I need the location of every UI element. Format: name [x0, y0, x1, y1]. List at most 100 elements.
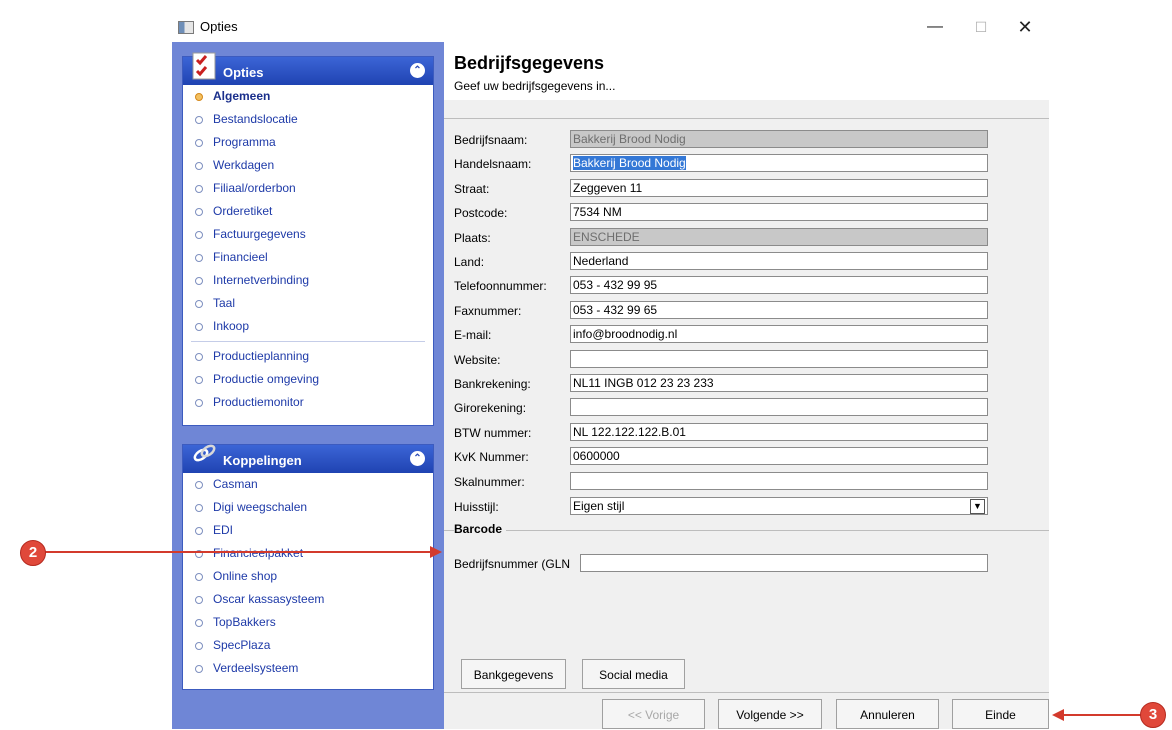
page-header: Bedrijfsgegevens Geef uw bedrijfsgegeven…: [444, 42, 1049, 100]
field-input[interactable]: [570, 398, 988, 417]
field-input: Bakkerij Brood Nodig: [570, 130, 988, 148]
field-value: 053 - 432 99 95: [573, 278, 658, 293]
huisstijl-value: Eigen stijl: [573, 499, 625, 513]
radio-bullet-icon: [195, 277, 203, 285]
radio-bullet-icon: [195, 231, 203, 239]
field-label: BTW nummer:: [454, 425, 532, 440]
social-media-button[interactable]: Social media: [582, 659, 685, 689]
nav-item-productieplanning[interactable]: Productieplanning: [183, 345, 433, 368]
nav-item-label: Inkoop: [213, 319, 250, 333]
callout-badge-2: 2: [20, 540, 46, 566]
radio-bullet-icon: [195, 376, 203, 384]
nav-item-label: SpecPlaza: [213, 638, 271, 652]
links-panel-header[interactable]: Koppelingen ⌃: [183, 444, 433, 473]
barcode-group-label: Barcode: [454, 522, 507, 536]
nav-item-label: Internetverbinding: [213, 273, 310, 287]
field-label: Website:: [454, 352, 501, 367]
nav-item-factuurgegevens[interactable]: Factuurgegevens: [183, 223, 433, 246]
radio-bullet-icon: [195, 353, 203, 361]
radio-bullet-icon: [195, 399, 203, 407]
field-input[interactable]: 053 - 432 99 65: [570, 300, 988, 319]
nav-item-verdeelsysteem[interactable]: Verdeelsysteem: [183, 657, 433, 680]
nav-item-filiaal-orderbon[interactable]: Filiaal/orderbon: [183, 177, 433, 200]
cancel-button[interactable]: Annuleren: [836, 699, 939, 729]
options-panel-header[interactable]: Opties ⌃: [183, 52, 433, 85]
close-button[interactable]: ✕: [1002, 12, 1048, 42]
nav-item-specplaza[interactable]: SpecPlaza: [183, 634, 433, 657]
maximize-button[interactable]: ☐: [958, 12, 1004, 42]
nav-item-productie-omgeving[interactable]: Productie omgeving: [183, 368, 433, 391]
field-input[interactable]: 053 - 432 99 95: [570, 276, 988, 295]
nav-item-label: Taal: [213, 296, 236, 310]
field-input: ENSCHEDE: [570, 227, 988, 246]
divider: [444, 118, 1049, 119]
radio-bullet-icon: [195, 596, 203, 604]
nav-item-bestandslocatie[interactable]: Bestandslocatie: [183, 108, 433, 131]
field-value: 053 - 432 99 65: [573, 302, 658, 317]
nav-item-orderetiket[interactable]: Orderetiket: [183, 200, 433, 223]
field-input[interactable]: [570, 349, 988, 368]
gln-label: Bedrijfsnummer (GLN: [454, 557, 571, 571]
nav-item-label: Oscar kassasysteem: [213, 592, 325, 606]
nav-item-algemeen[interactable]: Algemeen: [183, 85, 433, 108]
huisstijl-select[interactable]: Eigen stijl ▼: [570, 497, 988, 515]
nav-item-label: Algemeen: [213, 89, 271, 103]
field-input[interactable]: NL11 INGB 012 23 23 233: [570, 374, 988, 392]
nav-item-label: TopBakkers: [213, 615, 276, 629]
radio-bullet-icon: [195, 619, 203, 627]
next-button[interactable]: Volgende >>: [718, 699, 822, 729]
field-input[interactable]: Zeggeven 11: [570, 178, 988, 197]
nav-item-financieel[interactable]: Financieel: [183, 246, 433, 269]
nav-item-casman[interactable]: Casman: [183, 473, 433, 496]
checklist-icon: [192, 52, 216, 80]
nav-item-label: Productiemonitor: [213, 395, 304, 409]
nav-item-financieelpakket[interactable]: Financieelpakket: [183, 542, 433, 565]
page-subtitle: Geef uw bedrijfsgegevens in...: [454, 79, 616, 93]
title-bar: Opties — ☐ ✕: [172, 12, 1049, 42]
nav-item-productiemonitor[interactable]: Productiemonitor: [183, 391, 433, 414]
nav-item-inkoop[interactable]: Inkoop: [183, 315, 433, 338]
field-input[interactable]: 7534 NM: [570, 203, 988, 222]
nav-item-online-shop[interactable]: Online shop: [183, 565, 433, 588]
nav-item-label: Verdeelsysteem: [213, 661, 299, 675]
collapse-icon[interactable]: ⌃: [410, 451, 425, 466]
radio-bullet-icon: [195, 573, 203, 581]
nav-item-taal[interactable]: Taal: [183, 292, 433, 315]
field-label: Land:: [454, 255, 485, 269]
previous-button[interactable]: << Vorige: [602, 699, 705, 729]
huisstijl-label: Huisstijl:: [454, 500, 499, 514]
nav-item-topbakkers[interactable]: TopBakkers: [183, 611, 433, 634]
nav-item-programma[interactable]: Programma: [183, 131, 433, 154]
nav-item-edi[interactable]: EDI: [183, 519, 433, 542]
radio-bullet-icon: [195, 162, 203, 170]
field-input[interactable]: Bakkerij Brood Nodig: [570, 154, 988, 173]
links-panel: Koppelingen ⌃ Casman Digi weegschalen EDI F…: [182, 444, 434, 690]
nav-item-internetverbinding[interactable]: Internetverbinding: [183, 269, 433, 292]
chain-link-icon: [193, 444, 216, 462]
field-input[interactable]: info@broodnodig.nl: [570, 325, 988, 344]
barcode-group-line: [444, 530, 1049, 531]
field-input[interactable]: NL 122.122.122.B.01: [570, 422, 988, 441]
gln-input[interactable]: [580, 554, 988, 572]
field-input[interactable]: [570, 471, 988, 490]
nav-item-oscar-kassasysteem[interactable]: Oscar kassasysteem: [183, 588, 433, 611]
nav-item-werkdagen[interactable]: Werkdagen: [183, 154, 433, 177]
radio-bullet-icon: [195, 139, 203, 147]
collapse-icon[interactable]: ⌃: [410, 63, 425, 78]
field-input[interactable]: Nederland: [570, 252, 988, 270]
radio-bullet-icon: [195, 208, 203, 216]
production-nav-list: Productieplanning Productie omgeving Produ…: [183, 345, 433, 414]
field-label: Skalnummer:: [454, 474, 525, 489]
radio-bullet-icon: [195, 642, 203, 650]
field-value: Bakkerij Brood Nodig: [573, 156, 686, 171]
radio-bullet-icon: [195, 116, 203, 124]
nav-item-digi-weegschalen[interactable]: Digi weegschalen: [183, 496, 433, 519]
nav-item-label: Casman: [213, 477, 258, 491]
field-input[interactable]: 0600000: [570, 447, 988, 466]
finish-button[interactable]: Einde: [952, 699, 1049, 729]
nav-item-label: Online shop: [213, 569, 278, 583]
field-value: ENSCHEDE: [573, 229, 640, 244]
dropdown-arrow-icon[interactable]: ▼: [970, 499, 985, 514]
bank-details-button[interactable]: Bankgegevens: [461, 659, 566, 689]
minimize-button[interactable]: —: [912, 12, 958, 42]
